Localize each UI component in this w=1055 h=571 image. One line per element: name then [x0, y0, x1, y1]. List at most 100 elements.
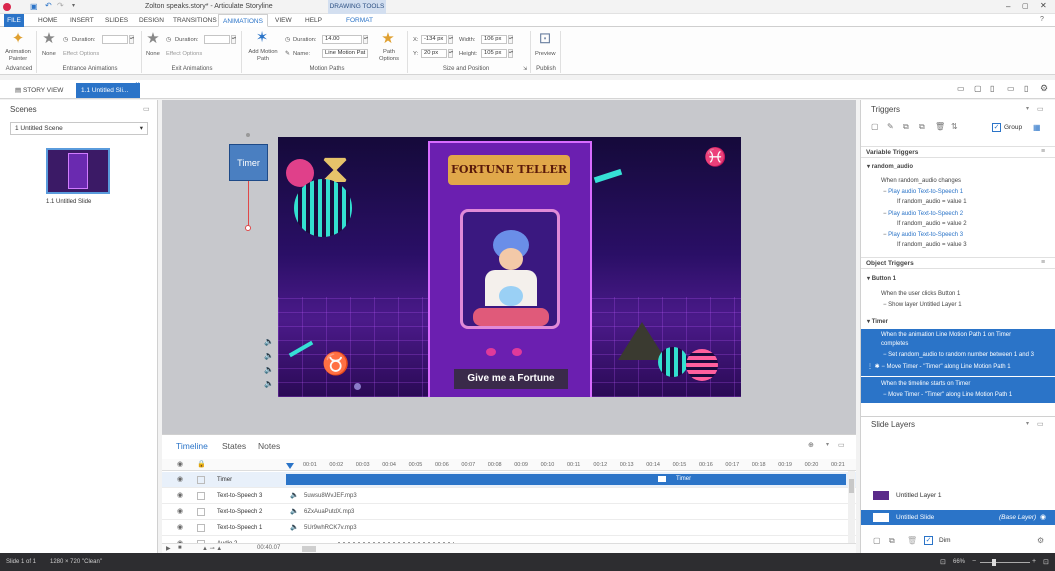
path-options-label[interactable]: Path Options	[375, 49, 403, 63]
button1-action[interactable]: − Show layer Untitled Layer 1	[883, 302, 962, 308]
zoom-out-icon[interactable]: −	[972, 558, 976, 565]
panel-dock-icon[interactable]: ▭	[1037, 420, 1044, 428]
give-fortune-button[interactable]: Give me a Fortune	[454, 369, 568, 389]
width-spinner[interactable]: ▴▾	[508, 35, 513, 44]
panel-menu-icon[interactable]: ▾	[826, 441, 829, 448]
move-trigger-icon[interactable]: ⇅	[951, 122, 958, 131]
stop-icon[interactable]: ■	[178, 545, 182, 551]
view-phone-icon[interactable]: ▯	[1024, 84, 1028, 93]
menu-view[interactable]: VIEW	[271, 14, 296, 27]
view-normal-icon[interactable]: ▭	[957, 84, 965, 93]
preview-label[interactable]: Preview	[535, 51, 556, 57]
height-spinner[interactable]: ▴▾	[508, 49, 513, 58]
button1-group[interactable]: ▾ Button 1	[867, 275, 896, 282]
entrance-effect-options[interactable]: Effect Options	[63, 51, 99, 57]
lock-checkbox[interactable]	[197, 492, 205, 500]
undo-icon[interactable]: ↶	[45, 1, 52, 10]
animation-painter-icon[interactable]: ✦	[9, 31, 27, 47]
close-icon[interactable]: ✕	[1040, 1, 1047, 10]
timer-group[interactable]: ▾ Timer	[867, 318, 888, 325]
minimize-icon[interactable]: –	[1006, 2, 1010, 11]
timeline-row[interactable]: ◉ Timer Timer	[162, 472, 856, 488]
y-spinner[interactable]: ▴▾	[448, 49, 453, 58]
lock-icon[interactable]: 🔒	[197, 460, 206, 468]
trigger-settings-icon[interactable]: ▦	[1033, 123, 1041, 132]
zoom-in-icon[interactable]: +	[1032, 558, 1036, 565]
delete-layer-icon[interactable]: 🗑	[907, 536, 917, 545]
timer-trigger-2-selected[interactable]: When the timeline starts on Timer − Move…	[861, 377, 1055, 403]
panel-menu-icon[interactable]: ▾	[1026, 420, 1029, 427]
exit-effect-options[interactable]: Effect Options	[166, 51, 202, 57]
fit-icon[interactable]: ⊡	[940, 558, 946, 566]
pin-icon[interactable]: ⊕	[808, 441, 814, 449]
layer-untitled-1[interactable]: Untitled Layer 1	[896, 492, 942, 499]
menu-insert[interactable]: INSERT	[66, 14, 98, 27]
entrance-star-icon[interactable]: ★	[40, 31, 58, 47]
speaker-icon[interactable]: 🔈	[264, 379, 274, 388]
tab-slide[interactable]: 1.1 Untitled Sli...	[76, 83, 140, 98]
add-motion-path-label[interactable]: Add Motion Path	[244, 49, 282, 63]
base-layer-row[interactable]: Untitled Slide (Base Layer) ◉	[861, 510, 1055, 525]
entrance-duration-input[interactable]	[102, 35, 128, 44]
exit-duration-spinner[interactable]: ▴▾	[231, 35, 236, 44]
panel-dock-icon[interactable]: ▭	[838, 441, 845, 449]
tab-notes[interactable]: Notes	[258, 441, 280, 451]
exit-none-label[interactable]: None	[146, 51, 160, 57]
eye-icon[interactable]: ◉	[177, 504, 183, 520]
var-trigger-3[interactable]: − Play audio Text-to-Speech 3	[883, 232, 963, 238]
lock-checkbox[interactable]	[197, 508, 205, 516]
horizontal-scrollbar[interactable]	[302, 546, 316, 552]
var-trigger-2[interactable]: − Play audio Text-to-Speech 2	[883, 211, 963, 217]
eye-icon[interactable]: ◉	[177, 472, 183, 488]
zoom-slider-thumb[interactable]	[992, 559, 996, 566]
menu-transitions[interactable]: TRANSITIONS	[169, 14, 221, 27]
menu-help[interactable]: HELP	[301, 14, 326, 27]
layer-settings-icon[interactable]: ⚙	[1037, 536, 1044, 545]
zoom-icon[interactable]: ▲ ⊸ ▲	[202, 545, 222, 552]
duplicate-layer-icon[interactable]: ⧉	[889, 536, 895, 546]
save-icon[interactable]: ▣	[30, 2, 38, 11]
scrollbar-thumb[interactable]	[849, 479, 854, 493]
copy-trigger-icon[interactable]: ⧉	[903, 122, 909, 132]
button1-when[interactable]: When the user clicks Button 1	[881, 291, 960, 297]
menu-design[interactable]: DESIGN	[135, 14, 168, 27]
timer-clip-bar[interactable]: Timer	[286, 474, 846, 485]
play-icon[interactable]: ▶	[166, 545, 171, 552]
timeline-row[interactable]: ◉ Text-to-Speech 1 🔈 5Ur9whRCK7v.mp3	[162, 520, 856, 536]
collapse-icon[interactable]: ≡	[1041, 259, 1045, 266]
x-spinner[interactable]: ▴▾	[448, 35, 453, 44]
eye-icon[interactable]: ◉	[1040, 513, 1046, 521]
settings-gear-icon[interactable]: ⚙	[1040, 83, 1048, 94]
menu-format[interactable]: FORMAT	[342, 14, 377, 27]
width-input[interactable]: 106 px	[481, 35, 507, 44]
motion-duration-spinner[interactable]: ▴▾	[363, 35, 368, 44]
view-portrait-icon[interactable]: ▯	[990, 84, 994, 93]
maximize-icon[interactable]: ▢	[1022, 2, 1029, 10]
audio-clip-label[interactable]: 5Ur9whRCK7v.mp3	[304, 520, 357, 536]
tab-states[interactable]: States	[222, 441, 246, 451]
variable-when[interactable]: When random_audio changes	[881, 178, 961, 184]
exit-star-icon[interactable]: ★	[144, 31, 162, 47]
preview-icon[interactable]: ⊡	[536, 31, 554, 47]
timeline-row[interactable]: ◉ Text-to-Speech 2 🔈 6ZxAuaPutdX.mp3	[162, 504, 856, 520]
slide-thumbnail[interactable]	[46, 148, 110, 194]
timer-trigger-1-selected[interactable]: When the animation Line Motion Path 1 on…	[861, 329, 1055, 376]
panel-dock-icon[interactable]: ▭	[1037, 105, 1044, 113]
help-icon[interactable]: ?	[1040, 16, 1044, 23]
size-dialog-launcher-icon[interactable]: ⇲	[523, 66, 527, 72]
speaker-icon[interactable]: 🔈	[264, 337, 274, 346]
height-input[interactable]: 105 px	[481, 49, 507, 58]
zoom-slider[interactable]	[980, 562, 1030, 563]
entrance-none-label[interactable]: None	[42, 51, 56, 57]
playhead[interactable]	[286, 463, 294, 469]
paste-trigger-icon[interactable]: ⧉	[919, 122, 925, 132]
speaker-icon[interactable]: 🔈	[264, 351, 274, 360]
group-checkbox[interactable]: ✓	[992, 123, 1001, 132]
menu-slides[interactable]: SLIDES	[101, 14, 132, 27]
delete-trigger-icon[interactable]: 🗑	[935, 122, 945, 131]
collapse-icon[interactable]: ≡	[1041, 148, 1045, 155]
var-trigger-1[interactable]: − Play audio Text-to-Speech 1	[883, 189, 963, 195]
speaker-icon[interactable]: 🔈	[264, 365, 274, 374]
menu-animations[interactable]: ANIMATIONS	[218, 14, 268, 27]
motion-duration-input[interactable]: 14.00	[322, 35, 362, 44]
